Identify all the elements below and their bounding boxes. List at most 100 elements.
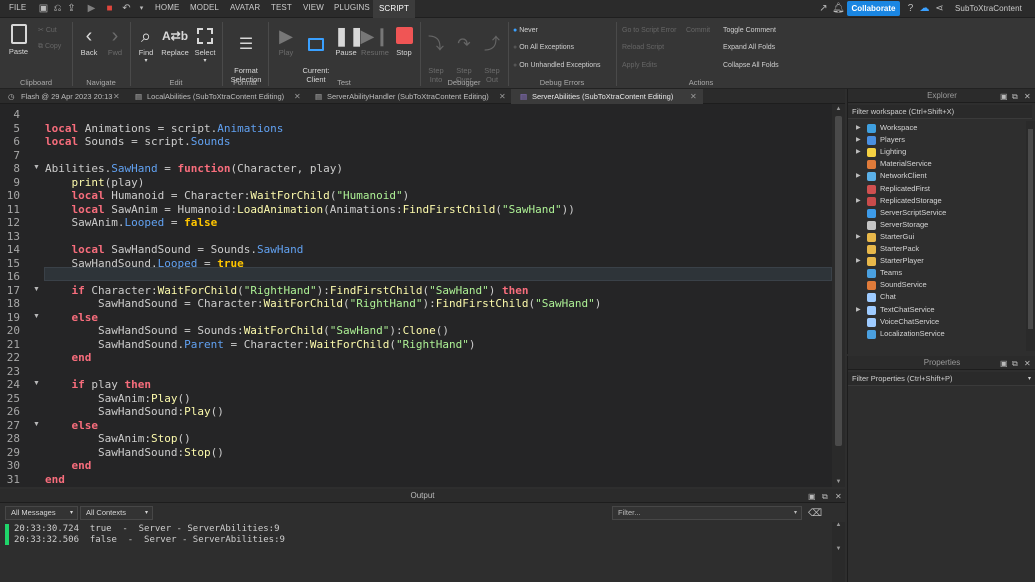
back-button[interactable]: ‹ Back: [78, 24, 100, 57]
clear-output-icon[interactable]: ⌫: [808, 508, 822, 519]
code-line[interactable]: else: [45, 419, 99, 433]
play-icon[interactable]: ▶: [86, 3, 97, 14]
code-line[interactable]: SawHandSound = Character:WaitForChild("R…: [45, 297, 601, 311]
format-selection-button[interactable]: ☰ Format Selection: [226, 24, 266, 84]
fold-toggle-icon[interactable]: ▼: [33, 380, 40, 387]
code-line[interactable]: local SawHandSound = Sounds.SawHand: [45, 243, 304, 257]
explorer-filter-input[interactable]: Filter workspace (Ctrl+Shift+X): [848, 105, 1032, 119]
scroll-thumb[interactable]: [1028, 129, 1033, 329]
scroll-down-arrow-icon[interactable]: ▼: [832, 479, 845, 485]
output-scrollbar[interactable]: ▲ ▼: [832, 522, 845, 582]
cloud-icon[interactable]: ☁: [919, 3, 930, 14]
code-line[interactable]: SawHandSound.Parent = Character:WaitForC…: [45, 338, 476, 352]
code-line[interactable]: end: [45, 473, 65, 487]
chevron-down-icon[interactable]: ▾: [136, 3, 147, 14]
bell-icon[interactable]: 🔔︎: [832, 3, 845, 14]
explorer-item[interactable]: ▶ TextChatService: [856, 304, 1026, 316]
share-icon[interactable]: ↗: [818, 3, 829, 14]
stop-button[interactable]: Stop: [392, 24, 416, 57]
share-network-icon[interactable]: ⋖: [934, 3, 945, 14]
float-icon[interactable]: ⧉: [1012, 92, 1018, 102]
code-line[interactable]: Abilities.SawHand = function(Character, …: [45, 162, 343, 176]
float-icon[interactable]: ⧉: [1012, 359, 1018, 369]
explorer-item[interactable]: MaterialService: [856, 158, 1026, 170]
tab-script[interactable]: SCRIPT: [373, 0, 415, 18]
expand-arrow-icon[interactable]: ▶: [856, 231, 861, 243]
tab-avatar[interactable]: AVATAR: [230, 3, 260, 12]
resume-button[interactable]: ▶❙ Resume: [360, 24, 390, 57]
tab-view[interactable]: VIEW: [303, 3, 324, 12]
expand-arrow-icon[interactable]: ▶: [856, 146, 861, 158]
toggle-comment-button[interactable]: Toggle Comment: [723, 26, 776, 35]
code-line[interactable]: SawAnim:Stop(): [45, 432, 191, 446]
tab-test[interactable]: TEST: [271, 3, 292, 12]
pause-button[interactable]: ❚❚ Pause: [334, 24, 364, 57]
code-line[interactable]: SawHandSound:Stop(): [45, 446, 224, 460]
code-line[interactable]: local Humanoid = Character:WaitForChild(…: [45, 189, 410, 203]
explorer-item[interactable]: SoundService: [856, 279, 1026, 291]
dock-icon[interactable]: ▣: [1000, 92, 1008, 101]
cut-button[interactable]: ✂ Cut: [38, 26, 57, 35]
step-into-button[interactable]: ⤵ Step Into: [424, 24, 448, 84]
file-menu[interactable]: FILE: [9, 3, 26, 12]
close-icon[interactable]: ✕: [1024, 359, 1031, 368]
save-icon[interactable]: ▣: [38, 3, 49, 14]
expand-arrow-icon[interactable]: ▶: [856, 122, 861, 134]
explorer-item[interactable]: LocalizationService: [856, 328, 1026, 340]
copy-button[interactable]: ⧉ Copy: [38, 42, 61, 51]
explorer-item[interactable]: ▶ NetworkClient: [856, 170, 1026, 182]
replace-button[interactable]: A⇄b Replace: [160, 24, 190, 57]
explorer-item[interactable]: ▶ Lighting: [856, 146, 1026, 158]
fold-toggle-icon[interactable]: ▼: [33, 286, 40, 293]
code-line[interactable]: if play then: [45, 378, 152, 392]
explorer-item[interactable]: StarterPack: [856, 243, 1026, 255]
explorer-item[interactable]: ▶ ReplicatedStorage: [856, 195, 1026, 207]
expand-arrow-icon[interactable]: ▶: [856, 255, 861, 267]
undo-icon[interactable]: ↶: [121, 3, 132, 14]
radio-on-all-exceptions[interactable]: ● On All Exceptions: [513, 43, 574, 52]
dock-icon[interactable]: ▣: [1000, 359, 1008, 368]
code-line[interactable]: SawHandSound:Play(): [45, 405, 224, 419]
explorer-item[interactable]: ▶ StarterPlayer: [856, 255, 1026, 267]
scroll-thumb[interactable]: [835, 116, 842, 446]
expand-all-folds-button[interactable]: Expand All Folds: [723, 43, 775, 52]
code-line[interactable]: SawHandSound = Sounds:WaitForChild("SawH…: [45, 324, 449, 338]
tab-plugins[interactable]: PLUGINS: [334, 3, 370, 12]
step-over-button[interactable]: ↷ Step Over: [452, 24, 476, 84]
code-line[interactable]: SawHandSound.Looped = true: [45, 257, 243, 271]
radio-on-unhandled-exceptions[interactable]: ● On Unhandled Exceptions: [513, 61, 601, 70]
scroll-up-arrow-icon[interactable]: ▲: [832, 106, 845, 112]
explorer-item[interactable]: Chat: [856, 291, 1026, 303]
collaborate-button[interactable]: Collaborate: [847, 1, 900, 16]
script-editor[interactable]: 4 5 6 7 8 ▼ 9 10 11 12 13 14 15 16 17 ▼ 18 19 ▼ 20 21 22 23 24 ▼…: [0, 104, 845, 487]
step-out-button[interactable]: ⤴ Step Out: [480, 24, 504, 84]
code-line[interactable]: end: [45, 351, 92, 365]
reload-script-button[interactable]: Reload Script: [622, 43, 664, 52]
explorer-item[interactable]: ▶ StarterGui: [856, 231, 1026, 243]
float-icon[interactable]: ⧉: [822, 492, 828, 502]
publish-icon[interactable]: ⇪: [66, 3, 77, 14]
all-contexts-dropdown[interactable]: All Contexts ▾: [80, 506, 153, 520]
scroll-down-arrow-icon[interactable]: ▼: [832, 546, 845, 552]
explorer-item[interactable]: ▶ Workspace: [856, 122, 1026, 134]
tab-flash[interactable]: ◷ Flash @ 29 Apr 2023 20:13 ✕: [0, 89, 126, 104]
close-icon[interactable]: ✕: [835, 492, 842, 501]
undo-history-icon[interactable]: ⎌: [52, 3, 63, 14]
tab-server-abilities[interactable]: ▤ ServerAbilities (SubToXtraContent Edit…: [511, 89, 703, 104]
close-icon[interactable]: ✕: [1024, 92, 1031, 101]
vertical-scrollbar[interactable]: ▲ ▼: [832, 104, 845, 487]
close-icon[interactable]: ✕: [294, 89, 301, 104]
code-line[interactable]: end: [45, 459, 92, 473]
expand-arrow-icon[interactable]: ▶: [856, 195, 861, 207]
explorer-scrollbar[interactable]: [1026, 121, 1035, 351]
forward-button[interactable]: › Fwd: [104, 24, 126, 57]
properties-filter-input[interactable]: Filter Properties (Ctrl+Shift+P) ▾: [848, 372, 1035, 386]
code-line[interactable]: if Character:WaitForChild("RightHand"):F…: [45, 284, 529, 298]
code-line[interactable]: local Sounds = script.Sounds: [45, 135, 230, 149]
dock-icon[interactable]: ▣: [808, 492, 816, 501]
go-to-script-error-button[interactable]: Go to Script Error: [622, 26, 676, 35]
find-button[interactable]: ⌕ Find ▾: [134, 24, 158, 66]
code-line[interactable]: local Animations = script.Animations: [45, 122, 283, 136]
fold-toggle-icon[interactable]: ▼: [33, 164, 40, 171]
explorer-item[interactable]: ReplicatedFirst: [856, 183, 1026, 195]
